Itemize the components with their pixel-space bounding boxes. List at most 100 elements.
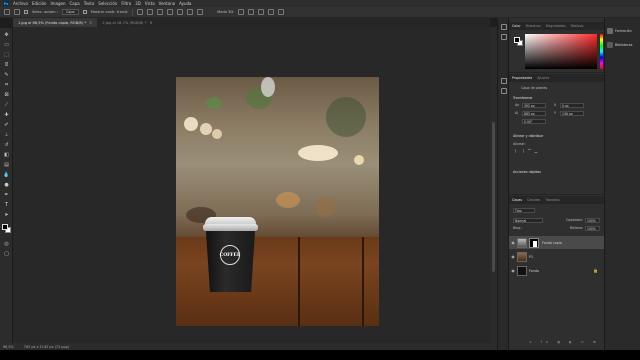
menu-item-ventana[interactable]: Ventana: [159, 1, 175, 6]
frame-tool-icon[interactable]: ⊠: [3, 91, 10, 98]
fill-field[interactable]: 100%: [585, 226, 600, 231]
menu-item-3d[interactable]: 3D: [135, 1, 141, 6]
menu-item-imagen[interactable]: Imagen: [50, 1, 65, 6]
roll-3d-icon[interactable]: [248, 9, 255, 15]
layer-row-p1[interactable]: ◉ P1: [509, 250, 604, 263]
height-field[interactable]: 883 px: [522, 111, 546, 116]
blur-tool-icon[interactable]: 💧: [3, 171, 10, 178]
distribute-icon[interactable]: [197, 9, 204, 15]
orbit-3d-icon[interactable]: [238, 9, 245, 15]
marquee-tool-icon[interactable]: ⬚: [3, 51, 10, 58]
layer-name[interactable]: Fondo copia: [542, 241, 562, 245]
clone-stamp-tool-icon[interactable]: ⊥: [3, 131, 10, 138]
move-tool-icon[interactable]: ✥: [3, 31, 10, 38]
align-bottom-icon[interactable]: [187, 9, 194, 15]
paragraph-panel-icon[interactable]: [501, 88, 507, 94]
learn-panel-item[interactable]: Formación: [607, 28, 632, 34]
artboard-tool-icon[interactable]: ▭: [3, 41, 10, 48]
tab-properties[interactable]: Propiedades: [512, 76, 532, 80]
layer-row-fondo-copia[interactable]: ◉ Fondo copia: [509, 236, 604, 249]
crop-tool-icon[interactable]: ⌗: [3, 81, 10, 88]
character-panel-icon[interactable]: [501, 78, 507, 84]
align-section-title[interactable]: Alinear y distribuir: [513, 134, 543, 138]
quick-select-tool-icon[interactable]: ✎: [3, 71, 10, 78]
x-field[interactable]: 0 px: [560, 103, 584, 108]
width-field[interactable]: 392 px: [522, 103, 546, 108]
screen-mode-icon[interactable]: ▢: [3, 250, 10, 257]
menu-item-seleccion[interactable]: Selección: [98, 1, 117, 6]
menu-item-vista[interactable]: Vista: [145, 1, 155, 6]
scale-3d-icon[interactable]: [278, 9, 285, 15]
align-top-icon[interactable]: [167, 9, 174, 15]
menu-item-ayuda[interactable]: Ayuda: [179, 1, 191, 6]
opacity-field[interactable]: 100%: [585, 218, 600, 223]
transform-section-title[interactable]: Transformar: [513, 96, 533, 100]
dodge-tool-icon[interactable]: ●: [3, 181, 10, 188]
move-tool-icon[interactable]: [14, 9, 20, 15]
tab-channels[interactable]: Canales: [527, 198, 540, 202]
type-tool-icon[interactable]: T: [3, 201, 10, 208]
align-right-icon[interactable]: [157, 9, 164, 15]
menu-item-edicion[interactable]: Edición: [32, 1, 46, 6]
close-icon[interactable]: ×: [149, 20, 152, 25]
eye-icon[interactable]: ◉: [509, 268, 517, 273]
tab-adjustments[interactable]: Ajustes: [537, 76, 549, 80]
brush-tool-icon[interactable]: ✐: [3, 121, 10, 128]
eye-icon[interactable]: ◉: [509, 240, 517, 245]
layer-mask-thumbnail[interactable]: [529, 237, 539, 248]
y-field[interactable]: 136 px: [560, 111, 584, 116]
history-panel-icon[interactable]: [501, 24, 507, 30]
path-select-tool-icon[interactable]: ➤: [3, 211, 10, 218]
layer-name[interactable]: Fondo: [529, 269, 539, 273]
angle-field[interactable]: 0,00°: [522, 119, 546, 124]
libraries-panel-item[interactable]: Bibliotecas: [607, 42, 632, 48]
hue-slider[interactable]: [600, 34, 603, 69]
auto-select-checkbox[interactable]: [24, 10, 28, 14]
zoom-level[interactable]: 66,5%: [3, 345, 14, 349]
layers-footer-buttons[interactable]: ∞ fx ◑ ◐ ▭ ⊞ 🗑: [529, 340, 613, 344]
align-center-icon[interactable]: [147, 9, 154, 15]
menu-item-archivo[interactable]: Archivo: [13, 1, 28, 6]
auto-select-dropdown[interactable]: Capa: [61, 9, 79, 15]
eye-icon[interactable]: ◉: [509, 254, 517, 259]
history-brush-tool-icon[interactable]: ↺: [3, 141, 10, 148]
tab-swatches[interactable]: Muestras: [526, 24, 541, 28]
gradient-tool-icon[interactable]: ▤: [3, 161, 10, 168]
foreground-color-swatch[interactable]: [2, 224, 8, 230]
menu-item-capa[interactable]: Capa: [70, 1, 80, 6]
blend-mode-dropdown[interactable]: Normal: [513, 218, 543, 223]
home-icon[interactable]: [4, 9, 10, 15]
layer-row-fondo[interactable]: ◉ Fondo 🔒: [509, 264, 604, 277]
lasso-tool-icon[interactable]: ᘓ: [3, 61, 10, 68]
document-image[interactable]: COFFEE: [176, 77, 379, 326]
panel-foreground-swatch[interactable]: [514, 37, 520, 43]
eyedropper-tool-icon[interactable]: ⟋: [3, 101, 10, 108]
close-icon[interactable]: ×: [89, 20, 92, 25]
pan-3d-icon[interactable]: [258, 9, 265, 15]
tab-gradients[interactable]: Degradados: [546, 24, 566, 28]
canvas-vertical-scrollbar[interactable]: [490, 27, 497, 343]
pen-tool-icon[interactable]: ✒: [3, 191, 10, 198]
align-buttons[interactable]: ▏▕▔▁: [515, 149, 541, 153]
align-left-icon[interactable]: [137, 9, 144, 15]
tab-patterns[interactable]: Motivos: [571, 24, 584, 28]
document-info[interactable]: 762 px x 1142 px (72 ppp): [24, 345, 69, 349]
layer-name[interactable]: P1: [529, 255, 533, 259]
color-picker-field[interactable]: [525, 34, 597, 69]
actions-panel-icon[interactable]: [501, 34, 507, 40]
layer-filter-dropdown[interactable]: Tipo: [513, 208, 535, 213]
tab-color[interactable]: Color: [512, 24, 521, 28]
quick-actions-title[interactable]: Acciones rápidas: [513, 170, 541, 174]
scrollbar-thumb[interactable]: [492, 122, 495, 272]
tab-layers[interactable]: Capas: [512, 198, 522, 202]
eraser-tool-icon[interactable]: ◧: [3, 151, 10, 158]
tab-document-2[interactable]: 2.jpg al 16,7% (RGB/8) * ×: [97, 18, 158, 27]
tab-paths[interactable]: Trazados: [545, 198, 559, 202]
tab-document-1[interactable]: 1.jpg al 66,5% (Fondo copia, RGB/8) * ×: [13, 18, 98, 27]
show-transform-checkbox[interactable]: [82, 10, 87, 14]
menu-item-texto[interactable]: Texto: [84, 1, 95, 6]
align-middle-icon[interactable]: [177, 9, 184, 15]
slide-3d-icon[interactable]: [268, 9, 275, 15]
healing-brush-tool-icon[interactable]: ✚: [3, 111, 10, 118]
menu-item-filtro[interactable]: Filtro: [121, 1, 131, 6]
